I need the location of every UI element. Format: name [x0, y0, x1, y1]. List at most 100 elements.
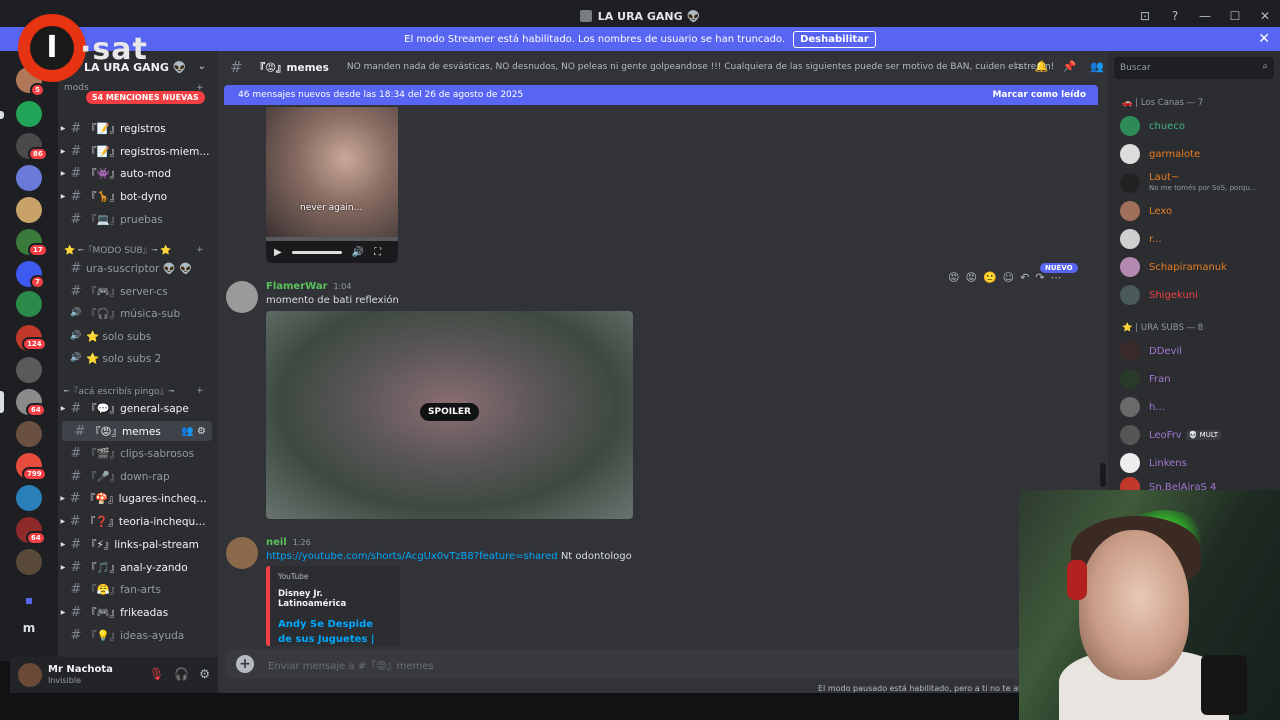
- forward-icon[interactable]: ↷: [1035, 271, 1044, 284]
- avatar[interactable]: [226, 537, 258, 569]
- category-aca-escribis[interactable]: ╾『acá escribís pingo』╼ +: [64, 384, 204, 398]
- close-banner-icon[interactable]: ✕: [1258, 31, 1270, 47]
- composer-placeholder[interactable]: Enviar mensaje a #『😡』memes: [268, 657, 434, 672]
- member-item[interactable]: garmalote: [1120, 142, 1280, 166]
- member-item[interactable]: LeoFrv 💀 MULT: [1120, 423, 1280, 447]
- member-item[interactable]: Shigekuni: [1120, 283, 1280, 307]
- channel-item[interactable]: ▶ # 『🍄』lugares-incheque...: [58, 488, 212, 508]
- add-channel-icon[interactable]: +: [196, 245, 204, 255]
- member-name: DDevil: [1149, 345, 1183, 357]
- member-item[interactable]: h...: [1120, 395, 1280, 419]
- search-input[interactable]: Buscar ⌕: [1114, 57, 1274, 79]
- channel-item[interactable]: ▶ # 『🎮』frikeadas: [58, 602, 212, 622]
- server-letter-icon[interactable]: m: [16, 615, 42, 641]
- channel-item-active[interactable]: # 『😡』memes 👥 ⚙: [62, 421, 212, 441]
- mark-read-button[interactable]: Marcar como leído: [992, 90, 1086, 100]
- member-item[interactable]: DDevil: [1120, 339, 1280, 363]
- channel-item[interactable]: ▶ # 『💬』general-sape: [58, 398, 212, 418]
- channel-item[interactable]: ▶ # 『🦒』bot-dyno: [58, 186, 212, 206]
- member-item[interactable]: Laut~No me tomés por SoS, porque des...: [1120, 171, 1280, 195]
- channel-item[interactable]: ▶ # 『📝』registros-miem...: [58, 141, 212, 161]
- members-icon[interactable]: 👥: [1090, 60, 1104, 74]
- message-author[interactable]: neil 1:26: [266, 537, 311, 548]
- member-item[interactable]: r...: [1120, 227, 1280, 251]
- bell-icon[interactable]: 🔔: [1035, 60, 1049, 74]
- member-item[interactable]: chueco: [1120, 114, 1280, 138]
- channel-item[interactable]: # 『🎬』clips-sabrosos: [58, 443, 212, 463]
- threads-icon[interactable]: ⌗: [1015, 60, 1021, 74]
- channel-label: ⭐ solo subs: [86, 330, 152, 343]
- server-avatar[interactable]: [16, 357, 42, 383]
- server-avatar[interactable]: [16, 197, 42, 223]
- add-attachment-icon[interactable]: +: [236, 655, 254, 673]
- channel-topic[interactable]: NO manden nada de esvásticas, NO desnudo…: [347, 62, 1054, 72]
- channel-item[interactable]: ▶ # 『👾』auto-mod: [58, 163, 212, 183]
- user-info[interactable]: Mr Nachota Invisible: [48, 664, 113, 686]
- channel-item[interactable]: ▶ # 『🎵』anal-y-zando: [58, 557, 212, 577]
- message-link[interactable]: https://youtube.com/shorts/AcgUx0vTzB8?f…: [266, 551, 558, 562]
- reaction-emoji-icon[interactable]: 😡: [965, 271, 976, 284]
- server-avatar[interactable]: [16, 485, 42, 511]
- chevron-down-icon[interactable]: ⌄: [198, 61, 206, 72]
- channel-item[interactable]: # 『😤』fan-arts: [58, 579, 212, 599]
- channel-item[interactable]: ▶ # 『📝』registros: [58, 118, 212, 138]
- message-composer[interactable]: + Enviar mensaje a #『😡』memes 🎁 GIF: [226, 649, 1094, 679]
- channel-item[interactable]: # 『🎤』down-rap: [58, 466, 212, 486]
- channel-item[interactable]: # 『💡』ideas-ayuda: [58, 625, 212, 645]
- add-channel-icon[interactable]: +: [196, 386, 204, 396]
- volume-icon[interactable]: 🔊: [352, 247, 364, 258]
- message-text: https://youtube.com/shorts/AcgUx0vTzB8?f…: [266, 551, 632, 562]
- close-window-button[interactable]: ✕: [1250, 9, 1280, 23]
- maximize-button[interactable]: ☐: [1220, 9, 1250, 23]
- avatar[interactable]: [18, 663, 42, 687]
- gear-icon[interactable]: ⚙: [199, 667, 210, 681]
- voice-channel-item[interactable]: 🔊 『🎧』música-sub: [58, 303, 212, 323]
- folder-icon[interactable]: ▪: [16, 587, 42, 613]
- member-item[interactable]: Linkens: [1120, 451, 1280, 475]
- fullscreen-icon[interactable]: ⛶: [374, 247, 381, 258]
- minimize-button[interactable]: —: [1190, 9, 1220, 23]
- voice-channel-item[interactable]: 🔊 ⭐ solo subs 2: [58, 348, 212, 368]
- headphones-icon[interactable]: 🎧: [174, 667, 189, 681]
- microphone: [1201, 655, 1247, 715]
- pin-icon[interactable]: 📌: [1063, 60, 1077, 74]
- help-icon[interactable]: ?: [1160, 9, 1190, 23]
- category-modo-sub[interactable]: ⭐ ╾『MODO SUB』╼ ⭐ +: [64, 243, 204, 257]
- server-avatar[interactable]: [16, 101, 42, 127]
- category-mods[interactable]: mods +: [64, 83, 204, 93]
- mic-muted-icon[interactable]: 🎙: [149, 667, 164, 681]
- server-avatar[interactable]: [16, 549, 42, 575]
- member-item[interactable]: Fran: [1120, 367, 1280, 391]
- server-avatar[interactable]: [16, 165, 42, 191]
- new-messages-bar[interactable]: 46 mensajes nuevos desde las 18:34 del 2…: [224, 85, 1098, 105]
- member-item[interactable]: Schapiramanuk: [1120, 255, 1280, 279]
- voice-channel-item[interactable]: 🔊 ⭐ solo subs: [58, 326, 212, 346]
- play-icon[interactable]: ▶: [274, 247, 282, 258]
- reaction-emoji-icon[interactable]: 😡: [948, 271, 959, 284]
- channel-item[interactable]: # ura-suscriptor 👽 👽: [58, 258, 212, 278]
- more-icon[interactable]: ⋯: [1051, 271, 1062, 284]
- avatar[interactable]: [226, 281, 258, 313]
- channel-item[interactable]: ▶ # 『⚡』links-pal-stream: [58, 534, 212, 554]
- add-reaction-icon[interactable]: ☺: [1003, 271, 1014, 284]
- reaction-emoji-icon[interactable]: 🙂: [983, 271, 997, 284]
- scrollbar[interactable]: [1100, 463, 1106, 487]
- reply-icon[interactable]: ↶: [1020, 271, 1029, 284]
- seek-bar[interactable]: [291, 250, 342, 254]
- spoiler-label[interactable]: SPOILER: [420, 403, 479, 421]
- channel-label: 『💻』pruebas: [86, 213, 163, 226]
- disable-streamer-button[interactable]: Deshabilitar: [793, 30, 876, 48]
- message-author[interactable]: FlamerWar 1:04: [266, 281, 351, 292]
- spoiler-image[interactable]: SPOILER: [266, 311, 633, 519]
- inbox-icon[interactable]: ⊡: [1130, 9, 1160, 23]
- new-mentions-pill[interactable]: 54 MENCIONES NUEVAS: [86, 91, 205, 104]
- channel-item[interactable]: ▶ # 『❓』teoria-inchequea...: [58, 511, 212, 531]
- member-item[interactable]: Lexo: [1120, 199, 1280, 223]
- embed-author[interactable]: Disney Jr. Latinoamérica: [278, 589, 392, 609]
- invite-settings-icons[interactable]: 👥 ⚙: [181, 426, 206, 437]
- channel-item[interactable]: # 『💻』pruebas: [58, 209, 212, 229]
- channel-item[interactable]: # 『🎮』server-cs: [58, 281, 212, 301]
- server-avatar[interactable]: [16, 421, 42, 447]
- server-avatar[interactable]: [16, 291, 42, 317]
- video-attachment[interactable]: never again... ▶ 🔊 ⛶: [266, 107, 398, 263]
